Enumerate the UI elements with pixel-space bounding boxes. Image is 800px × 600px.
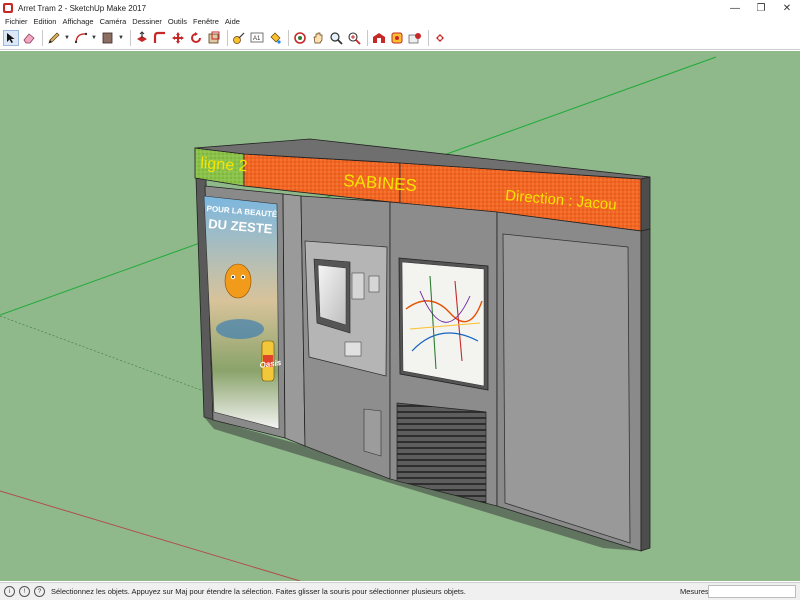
- ticket-screen: [317, 264, 347, 326]
- share-model-icon[interactable]: [432, 30, 448, 46]
- toolbar-separator: [288, 30, 289, 46]
- toolbar-separator: [227, 30, 228, 46]
- minimize-button[interactable]: —: [722, 0, 748, 16]
- toolbar-separator: [42, 30, 43, 46]
- measures-label: Mesures: [680, 587, 709, 596]
- sketchup-logo-icon: [3, 3, 13, 13]
- chevron-down-icon[interactable]: ▼: [64, 35, 70, 41]
- card-reader: [368, 275, 380, 293]
- toolbar-separator: [428, 30, 429, 46]
- push-pull-icon[interactable]: [134, 30, 150, 46]
- follow-me-icon[interactable]: [152, 30, 168, 46]
- scene-drawing: [0, 56, 717, 581]
- zoom-extents-icon[interactable]: [346, 30, 362, 46]
- svg-text:A1: A1: [253, 36, 261, 42]
- credits-icon[interactable]: ?: [34, 586, 45, 597]
- warehouse-icon[interactable]: [371, 30, 387, 46]
- chevron-down-icon[interactable]: ▼: [118, 35, 124, 41]
- measures-input[interactable]: [708, 585, 796, 598]
- info-icon[interactable]: i: [4, 586, 15, 597]
- model-viewport[interactable]: ligne 2 SABINES Direction : Jacou POUR L…: [0, 51, 800, 581]
- menu-camera[interactable]: Caméra: [97, 16, 130, 27]
- right-glass-panel: [502, 233, 631, 544]
- move-icon[interactable]: [170, 30, 186, 46]
- line-label: ligne 2: [199, 155, 249, 176]
- band-right-end: [640, 176, 651, 232]
- window-controls: — ❐ ✕: [722, 0, 800, 16]
- maximize-button[interactable]: ❐: [748, 0, 774, 16]
- menu-fenetre[interactable]: Fenêtre: [190, 16, 222, 27]
- toolbar-separator: [130, 30, 131, 46]
- ad-mascot: [224, 263, 252, 299]
- menu-bar: Fichier Edition Affichage Caméra Dessine…: [0, 16, 800, 27]
- arc-icon[interactable]: [73, 30, 89, 46]
- menu-fichier[interactable]: Fichier: [2, 16, 31, 27]
- chevron-down-icon[interactable]: ▼: [91, 35, 97, 41]
- orbit-icon[interactable]: [292, 30, 308, 46]
- geo-location-icon[interactable]: !: [19, 586, 30, 597]
- tape-measure-icon[interactable]: [231, 30, 247, 46]
- text-icon[interactable]: A1: [249, 30, 265, 46]
- eraser-icon[interactable]: [21, 30, 37, 46]
- rectangle-icon[interactable]: [100, 30, 116, 46]
- toolbar-separator: [367, 30, 368, 46]
- green-axis-dotted-line: [0, 315, 221, 398]
- menu-aide[interactable]: Aide: [222, 16, 243, 27]
- status-bar: i ! ? Sélectionnez les objets. Appuyez s…: [0, 582, 800, 600]
- zoom-icon[interactable]: [328, 30, 344, 46]
- title-bar: Arret Tram 2 - SketchUp Make 2017 — ❐ ✕: [0, 0, 800, 16]
- service-door: [363, 408, 382, 457]
- menu-outils[interactable]: Outils: [165, 16, 190, 27]
- red-axis-line: [0, 490, 301, 581]
- window-title: Arret Tram 2 - SketchUp Make 2017: [18, 3, 147, 13]
- menu-edition[interactable]: Edition: [31, 16, 60, 27]
- select-icon[interactable]: [3, 30, 19, 46]
- ticket-output: [344, 341, 362, 357]
- pan-icon[interactable]: [310, 30, 326, 46]
- extension-icon[interactable]: [389, 30, 405, 46]
- menu-dessiner[interactable]: Dessiner: [129, 16, 165, 27]
- status-hint: Sélectionnez les objets. Appuyez sur Maj…: [51, 587, 466, 596]
- rotate-icon[interactable]: [188, 30, 204, 46]
- coin-slot: [351, 272, 365, 300]
- paint-bucket-icon[interactable]: [267, 30, 283, 46]
- right-side-panel: [640, 228, 651, 552]
- add-location-icon[interactable]: [407, 30, 423, 46]
- menu-affichage[interactable]: Affichage: [59, 16, 96, 27]
- scale-icon[interactable]: [206, 30, 222, 46]
- close-button[interactable]: ✕: [774, 0, 800, 16]
- pencil-line-icon[interactable]: [46, 30, 62, 46]
- toolbar: ▼ ▼ ▼ A1: [0, 27, 800, 50]
